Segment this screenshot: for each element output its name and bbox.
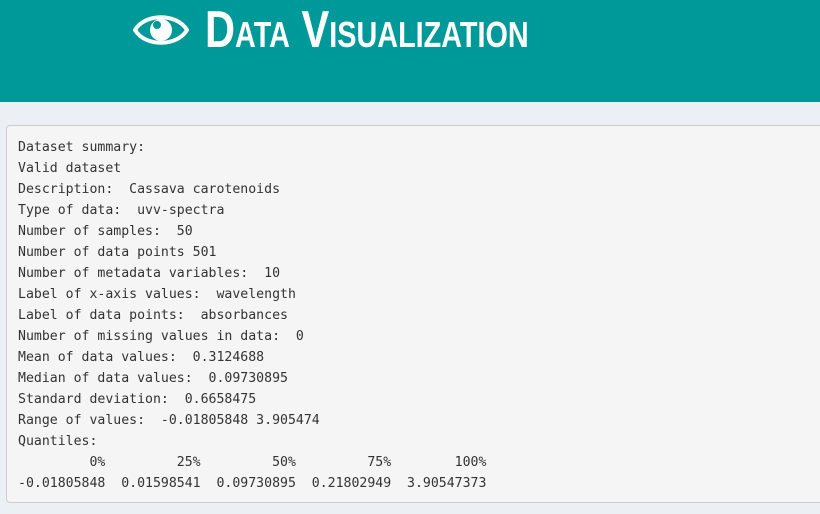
- summary-x-label: Label of x-axis values: wavelength: [18, 287, 296, 302]
- page-title: Data Visualization: [133, 0, 610, 60]
- summary-mean: Mean of data values: 0.3124688: [18, 350, 265, 365]
- eye-icon: [133, 15, 189, 45]
- summary-heading: Dataset summary:: [18, 140, 146, 155]
- summary-data-points: Number of data points 501: [18, 245, 217, 260]
- summary-valid: Valid dataset: [18, 161, 122, 176]
- summary-range: Range of values: -0.01805848 3.905474: [18, 413, 320, 428]
- dataset-summary-output: Dataset summary: Valid dataset Descripti…: [6, 125, 820, 503]
- summary-median: Median of data values: 0.09730895: [18, 371, 288, 386]
- summary-missing: Number of missing values in data: 0: [18, 329, 304, 344]
- summary-description: Description: Cassava carotenoids: [18, 182, 281, 197]
- summary-metadata-vars: Number of metadata variables: 10: [18, 266, 281, 281]
- summary-samples: Number of samples: 50: [18, 224, 193, 239]
- quantile-values: -0.01805848 0.01598541 0.09730895 0.2180…: [18, 476, 495, 491]
- summary-quantiles-heading: Quantiles:: [18, 434, 98, 449]
- title-text: Data Visualization: [205, 1, 529, 59]
- summary-sd: Standard deviation: 0.6658475: [18, 392, 257, 407]
- summary-data-label: Label of data points: absorbances: [18, 308, 288, 323]
- summary-type: Type of data: uvv-spectra: [18, 203, 225, 218]
- app-header: Data Visualization: [0, 0, 820, 102]
- quantile-headers: 0% 25% 50% 75% 100%: [18, 455, 495, 470]
